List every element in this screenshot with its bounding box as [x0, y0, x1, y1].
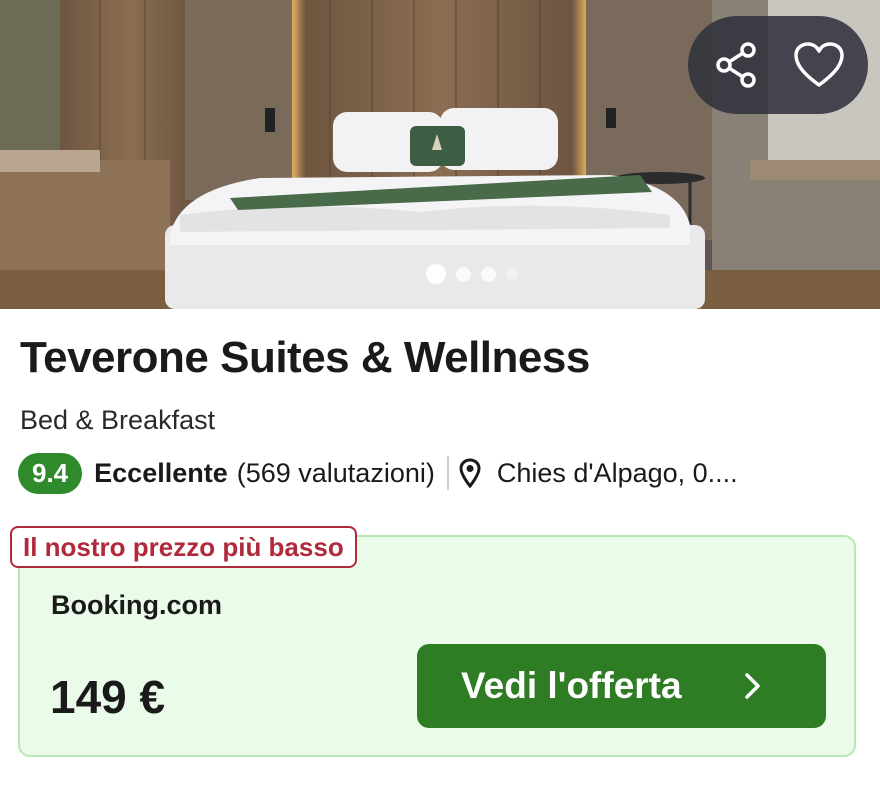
location-pin-icon [459, 458, 481, 488]
hotel-card[interactable]: Teverone Suites & Wellness Bed & Breakfa… [0, 0, 880, 788]
hotel-name[interactable]: Teverone Suites & Wellness [20, 333, 590, 383]
gallery-dot[interactable] [506, 268, 518, 280]
rating-count[interactable]: (569 valutazioni) [237, 458, 435, 489]
lowest-price-badge: Il nostro prezzo più basso [10, 526, 357, 568]
rating-row: 9.4 Eccellente (569 valutazioni) Chies d… [18, 451, 868, 495]
heart-icon [794, 42, 844, 87]
rating-score-badge: 9.4 [18, 452, 83, 494]
hotel-photo[interactable] [0, 0, 880, 309]
favorite-button[interactable] [774, 16, 864, 114]
share-button[interactable] [692, 16, 782, 114]
photo-actions [688, 16, 868, 114]
share-icon [716, 42, 756, 88]
location-text[interactable]: Chies d'Alpago, 0.... [497, 458, 738, 489]
view-offer-button[interactable]: Vedi l'offerta [417, 644, 826, 728]
divider [446, 456, 449, 490]
gallery-dot[interactable] [481, 266, 496, 282]
gallery-dot[interactable] [456, 266, 471, 282]
accommodation-type: Bed & Breakfast [20, 405, 216, 435]
offer-price: 149 € [50, 671, 166, 723]
rating-label: Eccellente [94, 457, 228, 488]
offer-provider: Booking.com [51, 590, 223, 620]
view-offer-label: Vedi l'offerta [461, 665, 682, 706]
chevron-right-icon [745, 673, 760, 699]
gallery-dots [426, 263, 518, 285]
gallery-dot[interactable] [426, 264, 446, 284]
